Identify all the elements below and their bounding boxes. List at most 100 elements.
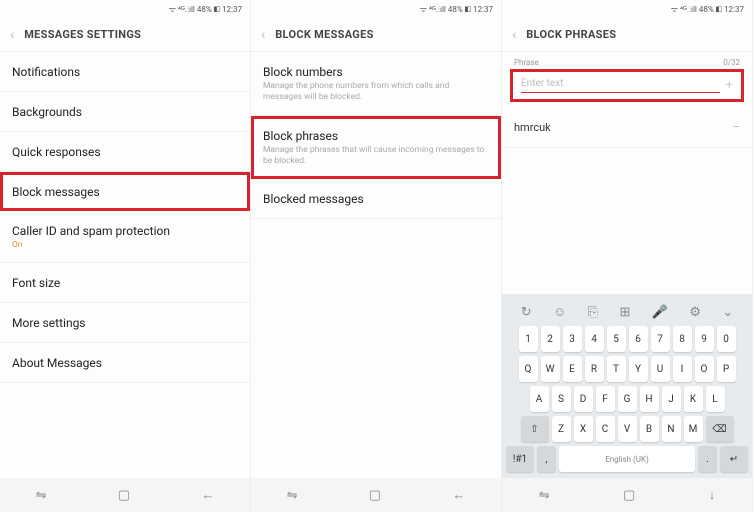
header: ‹ MESSAGES SETTINGS: [0, 18, 250, 52]
key-6[interactable]: 6: [629, 326, 648, 352]
key-w[interactable]: W: [541, 356, 560, 382]
key-9[interactable]: 9: [695, 326, 714, 352]
key-0[interactable]: 0: [717, 326, 736, 352]
phrase-counter: 0/32: [723, 58, 740, 67]
key-l[interactable]: L: [706, 386, 725, 412]
key-.[interactable]: .: [698, 446, 717, 472]
key-8[interactable]: 8: [673, 326, 692, 352]
key-q[interactable]: Q: [519, 356, 538, 382]
key-f[interactable]: F: [596, 386, 615, 412]
key-y[interactable]: Y: [629, 356, 648, 382]
key-4[interactable]: 4: [585, 326, 604, 352]
recent-apps-icon[interactable]: ⇋: [36, 488, 47, 503]
home-icon[interactable]: ▢: [118, 488, 130, 503]
key-g[interactable]: G: [618, 386, 637, 412]
key-u[interactable]: U: [651, 356, 670, 382]
key-x[interactable]: X: [574, 416, 593, 442]
page-title: BLOCK MESSAGES: [275, 28, 373, 41]
key-s[interactable]: S: [552, 386, 571, 412]
back-nav-icon[interactable]: ←: [452, 487, 465, 503]
screen-messages-settings: ᯤ ⁴ᴳ.⫶ıll 48% ◧ 12:37 ‹ MESSAGES SETTING…: [0, 0, 251, 512]
key-⇧[interactable]: ⇧: [521, 416, 549, 442]
key-m[interactable]: M: [684, 416, 703, 442]
keyboard: ↻ ☺ ⎘ ⊞ 🎤 ⚙ ⌄ 1234567890 QWERTYUIOP ASDF…: [502, 294, 752, 478]
key-o[interactable]: O: [695, 356, 714, 382]
key-⌫[interactable]: ⌫: [706, 416, 734, 442]
key-english (uk)[interactable]: English (UK): [559, 446, 695, 472]
key-2[interactable]: 2: [541, 326, 560, 352]
remove-phrase-icon[interactable]: −: [733, 120, 740, 135]
phrase-label: Phrase: [514, 58, 539, 67]
nav-bar: ⇋ ▢ ↓: [502, 478, 752, 512]
item-blocked-messages[interactable]: Blocked messages: [251, 179, 501, 219]
kbd-refresh-icon[interactable]: ↻: [521, 305, 532, 320]
kbd-collapse-icon[interactable]: ⌄: [722, 305, 733, 320]
back-nav-icon[interactable]: ←: [201, 487, 214, 503]
phrase-entry[interactable]: hmrcuk −: [502, 108, 752, 148]
phrase-input-row[interactable]: Enter text +: [510, 69, 744, 102]
down-nav-icon[interactable]: ↓: [709, 487, 716, 503]
key-h[interactable]: H: [640, 386, 659, 412]
kbd-gear-icon[interactable]: ⚙: [689, 305, 701, 320]
key-7[interactable]: 7: [651, 326, 670, 352]
keyboard-toolbar: ↻ ☺ ⎘ ⊞ 🎤 ⚙ ⌄: [506, 298, 748, 326]
key-n[interactable]: N: [662, 416, 681, 442]
back-icon[interactable]: ‹: [512, 27, 516, 43]
item-block-phrases[interactable]: Block phrases Manage the phrases that wi…: [251, 116, 501, 179]
item-block-numbers[interactable]: Block numbers Manage the phone numbers f…: [251, 52, 501, 116]
key-a[interactable]: A: [530, 386, 549, 412]
key-e[interactable]: E: [563, 356, 582, 382]
key-↵[interactable]: ↵: [720, 446, 748, 472]
item-about-messages[interactable]: About Messages: [0, 343, 250, 383]
kbd-row-4: ⇧ZXCVBNM⌫: [506, 416, 748, 442]
key-t[interactable]: T: [607, 356, 626, 382]
key-!#1[interactable]: !#1: [506, 446, 534, 472]
add-phrase-icon[interactable]: +: [726, 78, 733, 93]
kbd-mic-icon[interactable]: 🎤: [652, 305, 668, 320]
key-p[interactable]: P: [717, 356, 736, 382]
phrase-input[interactable]: Enter text: [521, 78, 720, 93]
key-v[interactable]: V: [618, 416, 637, 442]
key-z[interactable]: Z: [552, 416, 571, 442]
recent-apps-icon[interactable]: ⇋: [539, 488, 550, 503]
key-b[interactable]: B: [640, 416, 659, 442]
back-icon[interactable]: ‹: [261, 27, 265, 43]
settings-list: Notifications Backgrounds Quick response…: [0, 52, 250, 478]
header: ‹ BLOCK PHRASES: [502, 18, 752, 52]
key-3[interactable]: 3: [563, 326, 582, 352]
kbd-grid-icon[interactable]: ⊞: [619, 305, 630, 320]
key-d[interactable]: D: [574, 386, 593, 412]
spacer: [502, 148, 752, 294]
page-title: BLOCK PHRASES: [526, 28, 616, 41]
status-bar: ᯤ ⁴ᴳ.⫶ıll 48% ◧ 12:37: [0, 0, 250, 18]
item-block-messages[interactable]: Block messages: [0, 172, 250, 211]
status-bar: ᯤ ⁴ᴳ.⫶ıll 48% ◧ 12:37: [251, 0, 501, 18]
header: ‹ BLOCK MESSAGES: [251, 18, 501, 52]
key-i[interactable]: I: [673, 356, 692, 382]
screen-block-messages: ᯤ ⁴ᴳ.⫶ıll 48% ◧ 12:37 ‹ BLOCK MESSAGES B…: [251, 0, 502, 512]
nav-bar: ⇋ ▢ ←: [0, 478, 250, 512]
kbd-clip-icon[interactable]: ⎘: [588, 305, 598, 320]
key-1[interactable]: 1: [519, 326, 538, 352]
item-caller-id[interactable]: Caller ID and spam protection On: [0, 211, 250, 263]
item-font-size[interactable]: Font size: [0, 263, 250, 303]
key-c[interactable]: C: [596, 416, 615, 442]
key-5[interactable]: 5: [607, 326, 626, 352]
key-r[interactable]: R: [585, 356, 604, 382]
key-k[interactable]: K: [684, 386, 703, 412]
home-icon[interactable]: ▢: [369, 488, 381, 503]
kbd-emoji-icon[interactable]: ☺: [553, 304, 566, 320]
recent-apps-icon[interactable]: ⇋: [287, 488, 298, 503]
back-icon[interactable]: ‹: [10, 27, 14, 43]
key-j[interactable]: J: [662, 386, 681, 412]
item-quick-responses[interactable]: Quick responses: [0, 132, 250, 172]
page-title: MESSAGES SETTINGS: [24, 28, 141, 41]
kbd-row-3: ASDFGHJKL: [506, 386, 748, 412]
item-more-settings[interactable]: More settings: [0, 303, 250, 343]
item-notifications[interactable]: Notifications: [0, 52, 250, 92]
key-,[interactable]: ,: [537, 446, 556, 472]
screen-block-phrases: ᯤ ⁴ᴳ.⫶ıll 48% ◧ 12:37 ‹ BLOCK PHRASES Ph…: [502, 0, 753, 512]
item-backgrounds[interactable]: Backgrounds: [0, 92, 250, 132]
kbd-row-2: QWERTYUIOP: [506, 356, 748, 382]
home-icon[interactable]: ▢: [623, 488, 635, 503]
